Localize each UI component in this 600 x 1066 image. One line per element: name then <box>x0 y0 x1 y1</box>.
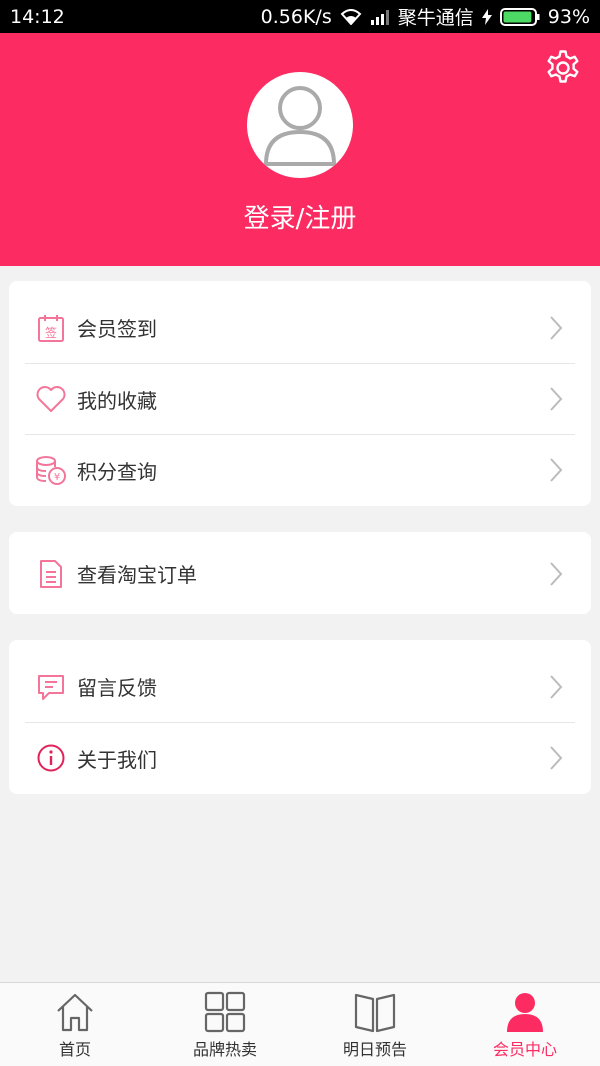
heart-icon <box>35 383 67 415</box>
menu-label: 积分查询 <box>77 459 157 484</box>
status-bar: 14:12 0.56K/s 聚牛通信 93% <box>0 0 600 33</box>
chevron-right-icon <box>549 457 563 483</box>
nav-label: 首页 <box>58 1040 91 1059</box>
nav-item-home[interactable]: 首页 <box>0 983 150 1066</box>
menu-label: 我的收藏 <box>77 388 157 413</box>
chevron-right-icon <box>549 386 563 412</box>
menu-card-orders: 查看淘宝订单 <box>9 532 591 614</box>
menu-label: 留言反馈 <box>77 676 157 700</box>
menu-row-sign-in[interactable]: 签 会员签到 <box>25 292 575 363</box>
network-speed: 0.56K/s <box>260 5 332 28</box>
home-icon <box>53 990 97 1034</box>
nav-label: 明日预告 <box>342 1040 407 1059</box>
nav-item-tomorrow-preview[interactable]: 明日预告 <box>300 983 450 1066</box>
gear-icon <box>544 49 582 91</box>
coin-glyph: ¥ <box>54 472 60 483</box>
message-icon <box>35 671 67 703</box>
menu-row-taobao-orders[interactable]: 查看淘宝订单 <box>25 538 575 609</box>
nav-label: 品牌热卖 <box>192 1040 257 1059</box>
chevron-right-icon <box>549 674 563 700</box>
user-icon <box>503 990 547 1034</box>
bottom-nav: 首页 品牌热卖 明日预告 会员中心 <box>0 982 600 1066</box>
coins-icon: ¥ <box>35 454 67 486</box>
menu-row-feedback[interactable]: 留言反馈 <box>25 651 575 722</box>
nav-item-brand-sale[interactable]: 品牌热卖 <box>150 983 300 1066</box>
document-icon <box>35 558 67 590</box>
menu-label: 会员签到 <box>77 317 157 341</box>
chevron-right-icon <box>549 315 563 341</box>
menu-row-favorites[interactable]: 我的收藏 <box>25 363 575 434</box>
status-right: 0.56K/s 聚牛通信 93% <box>261 3 590 30</box>
settings-button[interactable] <box>544 49 582 91</box>
menu-card-support: 留言反馈 关于我们 <box>9 640 591 794</box>
menu-card-member: 签 会员签到 我的收藏 ¥ 积分查询 <box>9 281 591 506</box>
avatar[interactable] <box>247 72 353 178</box>
chevron-right-icon <box>549 561 563 587</box>
carrier-name: 聚牛通信 <box>397 7 474 29</box>
nav-label: 会员中心 <box>492 1040 557 1059</box>
menu-row-about[interactable]: 关于我们 <box>25 722 575 793</box>
default-avatar-icon <box>260 80 340 170</box>
signal-icon <box>370 9 390 25</box>
profile-header: 登录/注册 <box>0 33 600 266</box>
sign-in-calendar-icon: 签 <box>35 312 67 344</box>
chevron-right-icon <box>549 745 563 771</box>
status-time: 14:12 <box>10 5 65 28</box>
nav-item-member-center[interactable]: 会员中心 <box>450 983 600 1066</box>
login-register-link[interactable]: 登录/注册 <box>0 198 600 235</box>
info-icon <box>35 742 67 774</box>
battery-icon <box>499 7 540 26</box>
battery-percent: 93% <box>547 5 590 28</box>
book-icon <box>353 990 397 1034</box>
menu-row-points[interactable]: ¥ 积分查询 <box>25 434 575 505</box>
sign-glyph: 签 <box>45 325 57 340</box>
wifi-icon <box>340 8 362 25</box>
grid-icon <box>203 990 247 1034</box>
menu-label: 查看淘宝订单 <box>77 563 197 587</box>
menu-label: 关于我们 <box>77 747 157 772</box>
charging-bolt-icon <box>481 8 492 25</box>
